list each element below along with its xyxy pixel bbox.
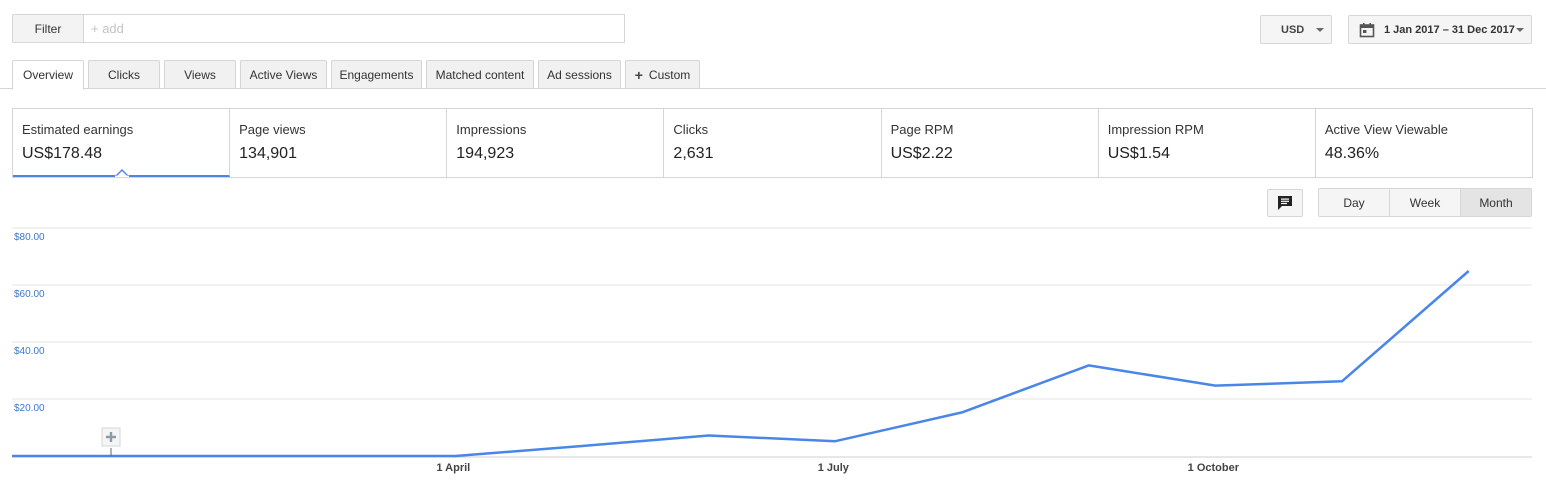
metrics-bar: Estimated earnings US$178.48 Page views …: [12, 108, 1533, 178]
metric-label: Page views: [239, 122, 306, 137]
x-tick-label: 1 October: [1188, 462, 1240, 474]
x-tick-label: 1 April: [436, 462, 470, 474]
metric-impressions[interactable]: Impressions 194,923: [447, 109, 665, 177]
y-tick-label: $80.00: [14, 232, 45, 243]
metric-label: Page RPM: [890, 122, 954, 137]
metric-clicks[interactable]: Clicks 2,631: [664, 109, 882, 177]
data-point[interactable]: [72, 453, 78, 459]
metric-value: US$178.48: [22, 145, 103, 162]
metric-label: Estimated earnings: [22, 122, 134, 137]
metric-impression-rpm[interactable]: Impression RPM US$1.54: [1099, 109, 1316, 177]
data-point[interactable]: [832, 438, 838, 444]
y-tick-label: $60.00: [14, 289, 45, 300]
data-point[interactable]: [1466, 268, 1472, 274]
period-day-button[interactable]: Day: [1319, 189, 1390, 216]
data-point[interactable]: [1339, 378, 1345, 384]
data-point[interactable]: [326, 453, 332, 459]
metric-value: 2,631: [673, 145, 714, 162]
tab-matched-content[interactable]: Matched content: [426, 60, 534, 89]
tab-views[interactable]: Views: [164, 60, 236, 89]
currency-select[interactable]: USD: [1260, 15, 1332, 44]
period-month-button[interactable]: Month: [1461, 189, 1531, 216]
metric-value: US$2.22: [890, 145, 953, 162]
calendar-icon: [1359, 23, 1375, 38]
data-point[interactable]: [959, 409, 965, 415]
add-annotation-marker[interactable]: [101, 427, 121, 456]
metric-active-view-viewable[interactable]: Active View Viewable 48.36%: [1316, 109, 1532, 177]
metric-value: 134,901: [239, 145, 297, 162]
plus-icon: +: [634, 66, 643, 83]
tab-clicks[interactable]: Clicks: [88, 60, 160, 89]
earnings-line-chart: $20.00 $40.00 $60.00 $80.00 1 April 1 July 1 …: [12, 227, 1532, 474]
date-range-value: 1 Jan 2017 – 31 Dec 2017: [1384, 23, 1515, 36]
data-point[interactable]: [1086, 362, 1092, 368]
chevron-down-icon: [1516, 28, 1524, 32]
data-point[interactable]: [199, 453, 205, 459]
tab-active-views[interactable]: Active Views: [240, 60, 327, 89]
data-point[interactable]: [1212, 383, 1218, 389]
data-point[interactable]: [706, 432, 712, 438]
metric-label: Active View Viewable: [1324, 122, 1448, 137]
metric-value: US$1.54: [1107, 145, 1170, 162]
data-point[interactable]: [452, 453, 458, 459]
period-week-button[interactable]: Week: [1390, 189, 1461, 216]
annotations-button[interactable]: [1267, 189, 1303, 217]
filter-input[interactable]: [83, 14, 625, 43]
metric-value: 194,923: [456, 145, 515, 162]
metric-page-rpm[interactable]: Page RPM US$2.22: [882, 109, 1099, 177]
metric-label: Impressions: [456, 122, 527, 137]
filter-button[interactable]: Filter: [12, 14, 84, 43]
chevron-down-icon: [1316, 28, 1324, 32]
metric-label: Impression RPM: [1107, 122, 1204, 137]
x-tick-label: 1 July: [818, 462, 850, 474]
y-tick-label: $40.00: [14, 346, 45, 357]
date-range-picker[interactable]: 1 Jan 2017 – 31 Dec 2017: [1348, 15, 1532, 44]
tab-overview[interactable]: Overview: [12, 60, 84, 90]
tab-custom[interactable]: + Custom: [625, 60, 700, 89]
series-line: [12, 270, 1470, 458]
y-tick-label: $20.00: [14, 403, 45, 414]
selected-pointer-icon: [115, 169, 129, 177]
metric-label: Clicks: [673, 122, 709, 137]
data-point[interactable]: [579, 443, 585, 449]
tab-engagements[interactable]: Engagements: [331, 60, 422, 89]
metric-value: 48.36%: [1324, 145, 1380, 162]
comment-icon: [1278, 196, 1292, 210]
metric-estimated-earnings[interactable]: Estimated earnings US$178.48: [13, 109, 231, 177]
metric-page-views[interactable]: Page views 134,901: [230, 109, 448, 177]
currency-value: USD: [1281, 23, 1305, 36]
tab-ad-sessions[interactable]: Ad sessions: [538, 60, 621, 89]
period-toggle: Day Week Month: [1318, 188, 1532, 217]
